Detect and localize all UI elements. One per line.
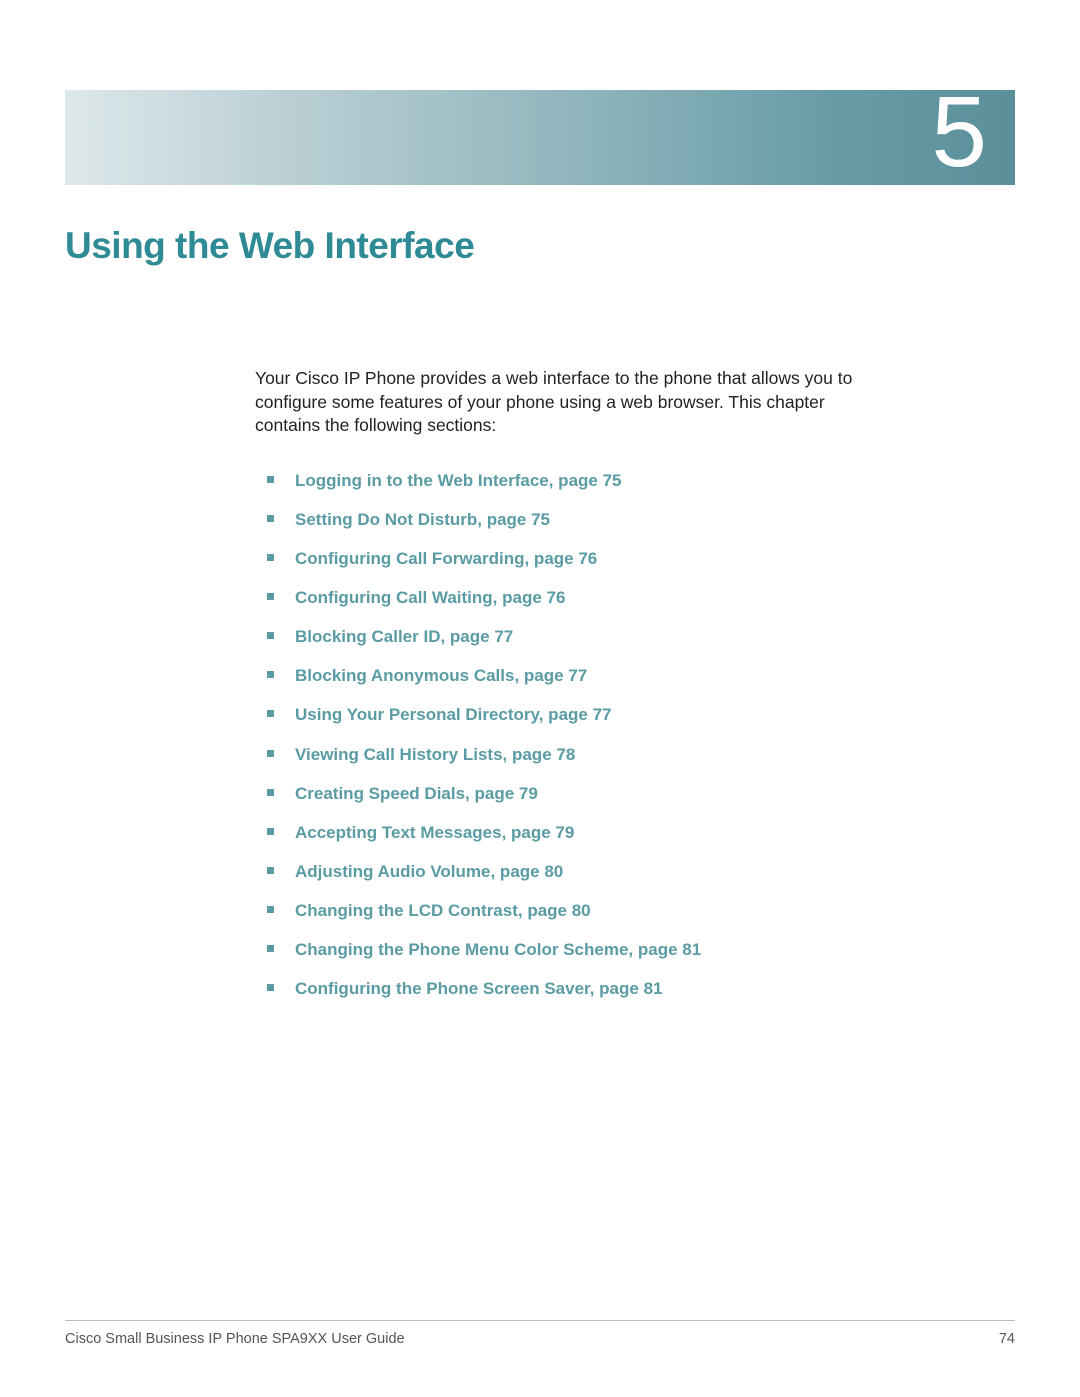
toc-item[interactable]: Accepting Text Messages, page 79 [255,822,1015,844]
toc-item[interactable]: Blocking Anonymous Calls, page 77 [255,665,1015,687]
toc-item[interactable]: Configuring Call Waiting, page 76 [255,587,1015,609]
footer-page-number: 74 [999,1331,1015,1347]
page-footer: Cisco Small Business IP Phone SPA9XX Use… [65,1320,1015,1347]
intro-paragraph: Your Cisco IP Phone provides a web inter… [255,367,875,438]
toc-item[interactable]: Using Your Personal Directory, page 77 [255,704,1015,726]
footer-guide-title: Cisco Small Business IP Phone SPA9XX Use… [65,1331,405,1347]
toc-item[interactable]: Viewing Call History Lists, page 78 [255,744,1015,766]
toc-item[interactable]: Logging in to the Web Interface, page 75 [255,470,1015,492]
chapter-title: Using the Web Interface [65,225,1015,267]
document-page: 5 Using the Web Interface Your Cisco IP … [0,0,1080,1397]
toc-list: Logging in to the Web Interface, page 75… [255,470,1015,1017]
chapter-banner: 5 [65,90,1015,185]
toc-item[interactable]: Configuring the Phone Screen Saver, page… [255,978,1015,1000]
toc-item[interactable]: Changing the Phone Menu Color Scheme, pa… [255,939,1015,961]
toc-item[interactable]: Adjusting Audio Volume, page 80 [255,861,1015,883]
toc-item[interactable]: Changing the LCD Contrast, page 80 [255,900,1015,922]
toc-item[interactable]: Configuring Call Forwarding, page 76 [255,548,1015,570]
toc-item[interactable]: Setting Do Not Disturb, page 75 [255,509,1015,531]
toc-item[interactable]: Blocking Caller ID, page 77 [255,626,1015,648]
chapter-number: 5 [931,82,987,182]
toc-item[interactable]: Creating Speed Dials, page 79 [255,783,1015,805]
